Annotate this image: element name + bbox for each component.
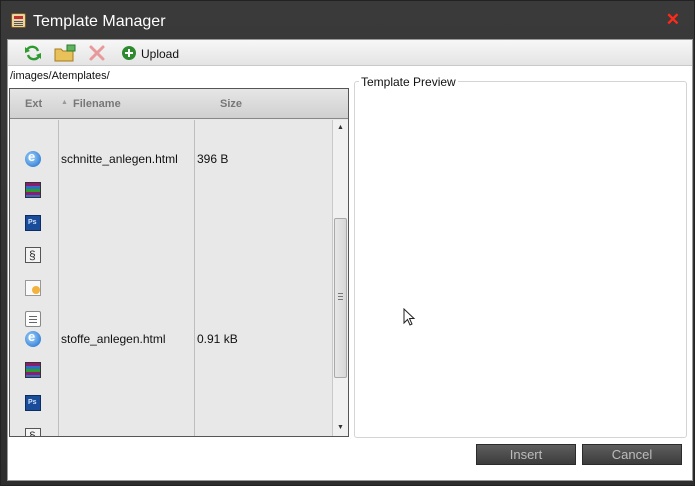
file-row[interactable] — [10, 279, 332, 299]
scroll-down-arrow-icon[interactable]: ▼ — [333, 420, 348, 436]
file-row[interactable] — [10, 394, 332, 414]
file-list-body: schnitte_anlegen.html 396 B stoffe_anlegen… — [10, 120, 332, 436]
column-header-ext[interactable]: Ext — [25, 98, 42, 110]
file-row[interactable]: schnitte_anlegen.html 396 B — [10, 149, 332, 170]
winrar-archive-icon — [25, 182, 41, 198]
template-manager-icon — [11, 13, 26, 28]
generic-file-icon — [25, 247, 41, 263]
refresh-button[interactable] — [24, 44, 42, 62]
scrollbar-grip-icon — [338, 293, 343, 294]
notepad-file-icon — [25, 311, 41, 327]
document-file-icon — [25, 280, 41, 296]
winrar-archive-icon — [25, 362, 41, 378]
refresh-icon — [25, 45, 41, 61]
delete-icon — [89, 45, 105, 61]
file-row[interactable] — [10, 181, 332, 201]
file-list: Ext Filename Size schnitte_anlegen.html 3… — [9, 88, 349, 437]
delete-button[interactable] — [88, 44, 106, 62]
mouse-cursor-icon — [403, 308, 416, 326]
file-list-header: Ext Filename Size — [10, 89, 348, 119]
template-preview-legend: Template Preview — [359, 75, 458, 89]
current-path: /images/Atemplates/ — [10, 70, 110, 82]
new-folder-icon — [54, 44, 76, 62]
file-row[interactable] — [10, 214, 332, 234]
insert-button[interactable]: Insert — [476, 444, 576, 465]
scrollbar-thumb[interactable] — [334, 218, 347, 378]
template-preview-panel: Template Preview — [354, 75, 687, 438]
internet-explorer-icon — [25, 329, 41, 347]
internet-explorer-icon — [25, 149, 41, 167]
file-row[interactable] — [10, 361, 332, 381]
column-header-size[interactable]: Size — [220, 98, 242, 110]
file-size: 0.91 kB — [197, 332, 238, 346]
scroll-up-arrow-icon[interactable]: ▲ — [333, 120, 348, 136]
upload-button[interactable]: Upload — [122, 44, 182, 62]
file-row[interactable] — [10, 310, 332, 330]
dialog-content: Upload /images/Atemplates/ Ext Filename … — [7, 39, 693, 481]
file-row[interactable]: stoffe_anlegen.html 0.91 kB — [10, 329, 332, 350]
title-bar[interactable]: Template Manager ✕ — [1, 1, 694, 37]
column-header-filename[interactable]: Filename — [61, 98, 121, 110]
cancel-button[interactable]: Cancel — [582, 444, 682, 465]
close-icon[interactable]: ✕ — [666, 10, 680, 30]
photoshop-file-icon — [25, 215, 41, 231]
generic-file-icon — [25, 428, 41, 436]
file-name: schnitte_anlegen.html — [61, 152, 178, 166]
file-size: 396 B — [197, 152, 229, 166]
upload-icon — [122, 46, 136, 60]
template-manager-dialog: Template Manager ✕ Upload /images/Atempl… — [0, 0, 695, 486]
window-title: Template Manager — [33, 13, 166, 30]
file-row[interactable] — [10, 246, 332, 266]
file-name: stoffe_anlegen.html — [61, 332, 166, 346]
upload-label: Upload — [141, 47, 180, 61]
new-folder-button[interactable] — [54, 44, 76, 62]
toolbar: Upload — [8, 40, 692, 66]
file-row[interactable] — [10, 427, 332, 436]
photoshop-file-icon — [25, 395, 41, 411]
file-list-scrollbar[interactable]: ▲ ▼ — [332, 120, 348, 436]
